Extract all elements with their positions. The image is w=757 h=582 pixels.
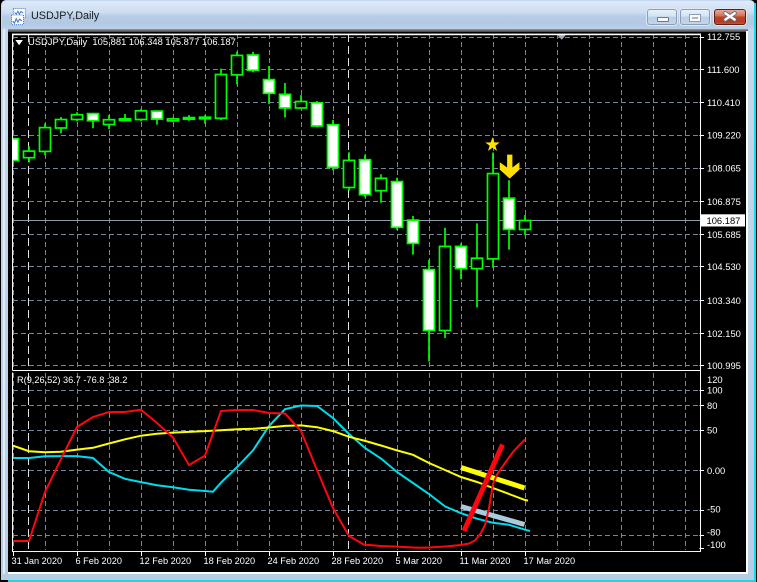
svg-text:28 Feb 2020: 28 Feb 2020 (332, 556, 384, 566)
svg-text:102.150: 102.150 (707, 328, 741, 339)
svg-text:110.410: 110.410 (707, 97, 740, 108)
svg-text:100: 100 (707, 385, 723, 396)
svg-text:11 Mar 2020: 11 Mar 2020 (460, 556, 511, 566)
svg-text:112.755: 112.755 (707, 31, 740, 42)
svg-text:6 Feb 2020: 6 Feb 2020 (76, 556, 123, 566)
svg-text:108.065: 108.065 (707, 163, 741, 174)
svg-text:17 Mar 2020: 17 Mar 2020 (524, 556, 576, 566)
svg-text:0.00: 0.00 (707, 465, 725, 476)
svg-text:106.187: 106.187 (707, 215, 741, 226)
svg-text:-50: -50 (707, 504, 721, 515)
svg-text:12 Feb 2020: 12 Feb 2020 (140, 556, 192, 566)
svg-text:-100: -100 (707, 539, 726, 550)
svg-text:31 Jan 2020: 31 Jan 2020 (12, 556, 63, 566)
svg-text:-80: -80 (707, 527, 721, 538)
svg-text:120: 120 (707, 374, 723, 385)
svg-text:18 Feb 2020: 18 Feb 2020 (204, 556, 256, 566)
svg-text:100.995: 100.995 (707, 360, 741, 371)
svg-text:USDJPY,Daily 105.881 106.348: USDJPY,Daily 105.881 106.348 105.877 106… (28, 36, 236, 47)
svg-text:80: 80 (707, 400, 717, 411)
svg-text:105.685: 105.685 (707, 229, 741, 240)
svg-text:106.875: 106.875 (707, 196, 741, 207)
svg-text:111.600: 111.600 (707, 64, 740, 75)
svg-text:103.340: 103.340 (707, 295, 741, 306)
svg-text:24 Feb 2020: 24 Feb 2020 (268, 556, 320, 566)
svg-text:R(9,26,52) 36.7 -76.8 :38.2: R(9,26,52) 36.7 -76.8 :38.2 (17, 375, 127, 385)
svg-text:104.530: 104.530 (707, 261, 741, 272)
svg-text:5 Mar 2020: 5 Mar 2020 (396, 556, 442, 566)
svg-text:109.220: 109.220 (707, 130, 741, 141)
svg-text:50: 50 (707, 424, 717, 435)
